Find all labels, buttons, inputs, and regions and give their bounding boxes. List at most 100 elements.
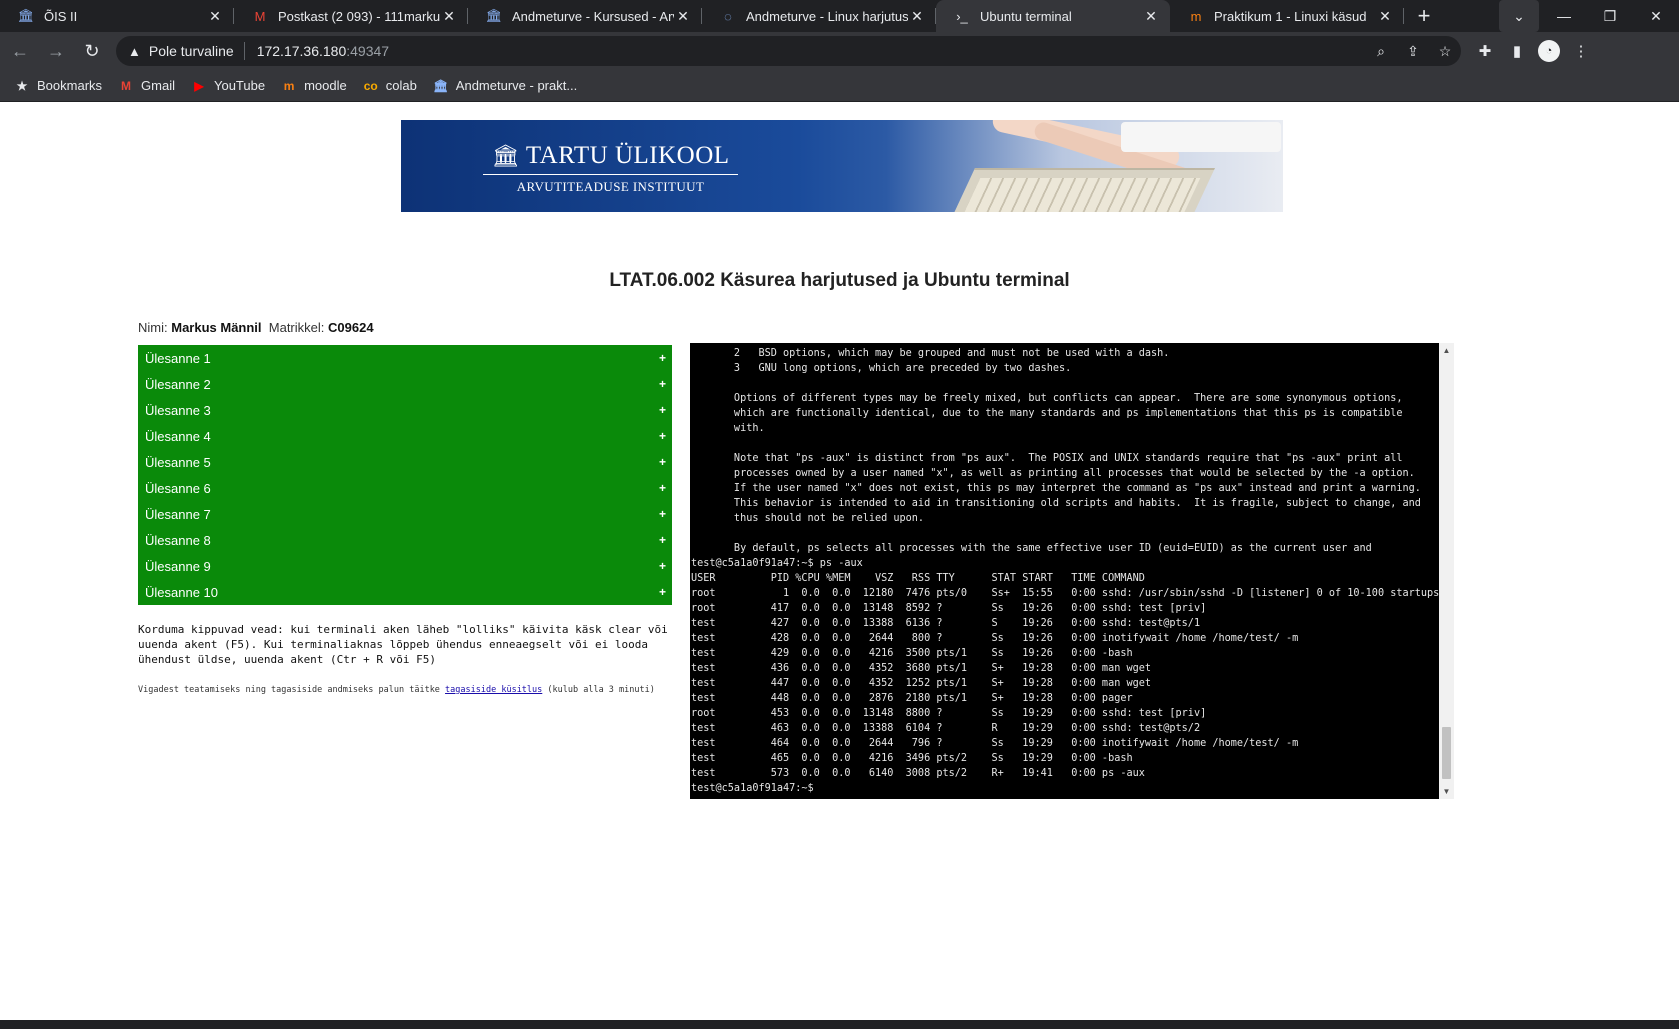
bookmark-label: YouTube xyxy=(213,78,266,93)
bookmark-5[interactable]: co colab xyxy=(363,78,417,94)
expand-plus-icon[interactable]: + xyxy=(659,585,666,599)
url-port[interactable]: :49347 xyxy=(346,43,389,59)
minimize-button[interactable]: — xyxy=(1541,0,1587,32)
terminal-line: test 447 0.0 0.0 4352 1252 pts/1 S+ 19:2… xyxy=(691,678,1152,689)
address-bar[interactable]: ▲ Pole turvaline 172.17.36.180:49347 ⌕ ⇪… xyxy=(116,36,1461,66)
close-tab-icon[interactable]: ✕ xyxy=(908,7,926,25)
student-name: Markus Männil xyxy=(171,320,262,335)
tab-title: Andmeturve - Kursused - Arvuti xyxy=(512,8,674,24)
terminal-line: By default, ps selects all processes wit… xyxy=(691,543,1372,554)
matrikkel-label: Matrikkel: xyxy=(268,320,325,335)
star-icon: ★ xyxy=(16,78,28,93)
bookmark-3[interactable]: ▶ YouTube xyxy=(191,78,265,94)
terminal-line: test 436 0.0 0.0 4352 3680 pts/1 S+ 19:2… xyxy=(691,663,1152,674)
feedback-note: Vigadest teatamiseks ning tagasiside and… xyxy=(138,684,672,696)
task-6-header[interactable]: Ülesanne 6 + xyxy=(138,475,672,501)
task-8-header[interactable]: Ülesanne 8 + xyxy=(138,527,672,553)
loading-spinner-icon: ◌ xyxy=(724,8,732,24)
university-icon: 🏛 xyxy=(433,78,449,93)
profile-avatar[interactable]: ◔ xyxy=(1538,40,1560,62)
url-host[interactable]: 172.17.36.180 xyxy=(257,43,347,59)
close-tab-icon[interactable]: ✕ xyxy=(1376,7,1394,25)
task-label: Ülesanne 6 xyxy=(145,480,211,496)
new-tab-button[interactable]: + xyxy=(1404,0,1444,32)
scroll-down-arrow-icon[interactable]: ▼ xyxy=(1439,784,1454,799)
task-10-header[interactable]: Ülesanne 10 + xyxy=(138,579,672,605)
terminal-output: 2 BSD options, which may be grouped and … xyxy=(691,346,1439,796)
back-button[interactable]: ← xyxy=(4,35,36,67)
warning-icon[interactable]: ▲ xyxy=(128,44,141,59)
tab-1[interactable]: 🏛 ÕIS II ✕ xyxy=(0,0,234,32)
forward-button[interactable]: → xyxy=(40,35,72,67)
feedback-text-before: Vigadest teatamiseks ning tagasiside and… xyxy=(138,685,446,695)
close-tab-icon[interactable]: ✕ xyxy=(1142,7,1160,25)
expand-plus-icon[interactable]: + xyxy=(659,429,666,443)
terminal-line: processes owned by a user named "x", as … xyxy=(691,468,1415,479)
tab-search-button[interactable]: ⌄ xyxy=(1499,0,1539,32)
tab-title: Ubuntu terminal xyxy=(980,8,1072,24)
side-panel-icon[interactable]: ▮ xyxy=(1501,42,1533,60)
task-accordion: Ülesanne 1 + Ülesanne 2 + Ülesanne 3 + Ülesann… xyxy=(138,345,672,605)
expand-plus-icon[interactable]: + xyxy=(659,455,666,469)
bookmark-star-icon[interactable]: ☆ xyxy=(1429,43,1461,60)
terminal-line: which are functionally identical, due to… xyxy=(691,408,1403,419)
reload-icon: ↻ xyxy=(84,40,100,61)
colab-icon: co xyxy=(363,78,378,93)
close-tab-icon[interactable]: ✕ xyxy=(674,7,692,25)
tab-3[interactable]: 🏛 Andmeturve - Kursused - Arvuti✕ xyxy=(468,0,702,32)
restore-button[interactable]: ❐ xyxy=(1587,0,1633,32)
extensions-puzzle-icon[interactable]: ✚ xyxy=(1469,42,1501,60)
expand-plus-icon[interactable]: + xyxy=(659,351,666,365)
tab-4[interactable]: ◌ Andmeturve - Linux harjutused ✕ xyxy=(702,0,936,32)
youtube-icon: ▶ xyxy=(194,78,204,93)
bookmark-2[interactable]: M Gmail xyxy=(118,78,175,94)
terminal-scrollbar[interactable]: ▲ ▼ xyxy=(1439,343,1454,799)
task-7-header[interactable]: Ülesanne 7 + xyxy=(138,501,672,527)
tab-6[interactable]: m Praktikum 1 - Linuxi käsud ✕ xyxy=(1170,0,1404,32)
task-2-header[interactable]: Ülesanne 2 + xyxy=(138,371,672,397)
close-tab-icon[interactable]: ✕ xyxy=(206,7,224,25)
close-window-button[interactable]: ✕ xyxy=(1633,0,1679,32)
feedback-survey-link[interactable]: tagasiside küsitlus xyxy=(445,685,542,695)
task-4-header[interactable]: Ülesanne 4 + xyxy=(138,423,672,449)
bookmark-4[interactable]: m moodle xyxy=(281,78,347,94)
moodle-icon: m xyxy=(1190,8,1202,24)
gmail-icon: M xyxy=(254,8,266,24)
expand-plus-icon[interactable]: + xyxy=(659,507,666,521)
terminal-window[interactable]: 2 BSD options, which may be grouped and … xyxy=(690,343,1439,799)
task-9-header[interactable]: Ülesanne 9 + xyxy=(138,553,672,579)
close-tab-icon[interactable]: ✕ xyxy=(440,7,458,25)
task-3-header[interactable]: Ülesanne 3 + xyxy=(138,397,672,423)
task-5-header[interactable]: Ülesanne 5 + xyxy=(138,449,672,475)
scrollbar-thumb[interactable] xyxy=(1442,727,1451,779)
share-icon[interactable]: ⇪ xyxy=(1397,43,1429,60)
window-controls: ⌄ — ❐ ✕ xyxy=(1499,0,1679,32)
bookmark-6[interactable]: 🏛 Andmeturve - prakt... xyxy=(433,78,577,94)
scroll-up-arrow-icon[interactable]: ▲ xyxy=(1439,343,1454,358)
expand-plus-icon[interactable]: + xyxy=(659,559,666,573)
zoom-icon[interactable]: ⌕ xyxy=(1365,43,1397,60)
tab-title: ÕIS II xyxy=(44,8,78,24)
browser-toolbar: ← → ↻ ▲ Pole turvaline 172.17.36.180:493… xyxy=(0,32,1679,70)
tab-5[interactable]: ›_ Ubuntu terminal ✕ xyxy=(936,0,1170,32)
expand-plus-icon[interactable]: + xyxy=(659,403,666,417)
tab-title: Andmeturve - Linux harjutused xyxy=(746,8,908,24)
expand-plus-icon[interactable]: + xyxy=(659,481,666,495)
tab-separator xyxy=(1403,8,1404,24)
expand-plus-icon[interactable]: + xyxy=(659,533,666,547)
expand-plus-icon[interactable]: + xyxy=(659,377,666,391)
task-1-header[interactable]: Ülesanne 1 + xyxy=(138,345,672,371)
terminal-line: test 427 0.0 0.0 13388 6136 ? S 19:26 0:… xyxy=(691,618,1201,629)
task-label: Ülesanne 3 xyxy=(145,402,211,418)
keyboard-image xyxy=(947,168,1215,212)
university-icon: 🏛 xyxy=(485,8,503,23)
toolbar-actions: ✚ ▮ ◔ ⋮ xyxy=(1469,40,1597,62)
menu-kebab-icon[interactable]: ⋮ xyxy=(1565,42,1597,60)
bookmark-1[interactable]: ★ Bookmarks xyxy=(14,78,102,94)
name-label: Nimi: xyxy=(138,320,168,335)
tab-2[interactable]: M Postkast (2 093) - 111markus11✕ xyxy=(234,0,468,32)
reload-button[interactable]: ↻ xyxy=(76,35,108,67)
security-status-label[interactable]: Pole turvaline xyxy=(149,43,234,59)
